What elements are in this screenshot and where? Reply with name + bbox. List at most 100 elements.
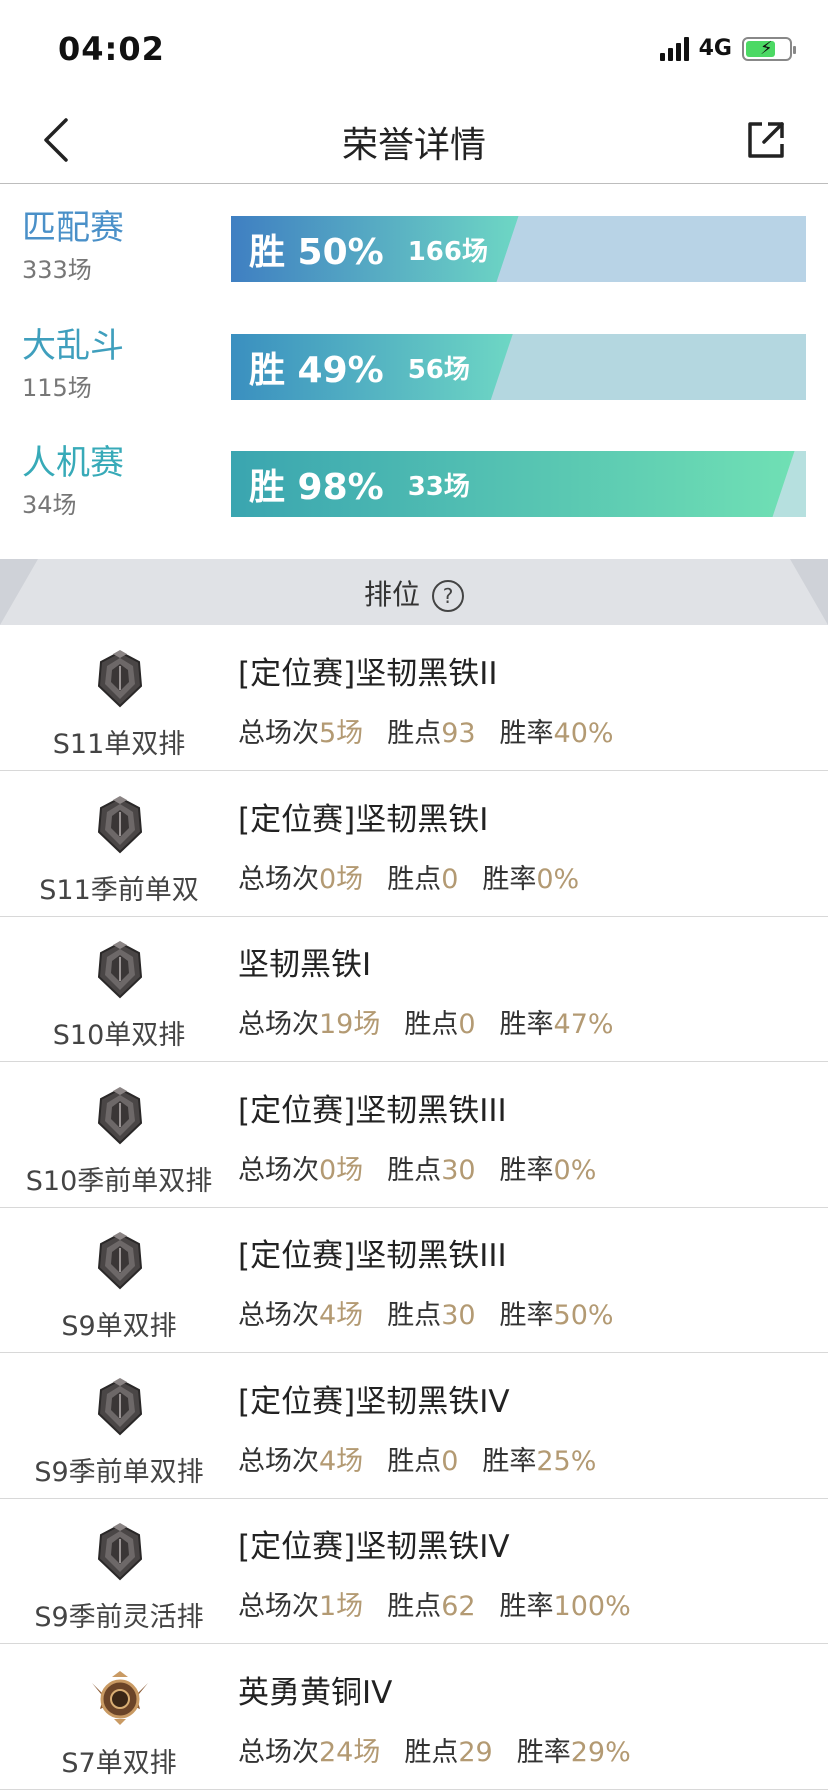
win-percentage: 胜 49% — [249, 350, 384, 391]
iron-emblem-icon — [95, 1086, 145, 1145]
win-rate-text: 胜 98% 33场 — [249, 451, 470, 517]
win-percentage: 胜 98% — [249, 467, 384, 508]
ranked-row[interactable]: S9季前灵活排 [定位赛]坚韧黑铁IV 总场次1场 胜点62 胜率100% — [0, 1499, 828, 1644]
total-games-value: 24场 — [319, 1736, 381, 1768]
mode-name: 大乱斗 — [22, 326, 124, 366]
win-rate-label: 胜率 — [482, 1445, 537, 1477]
ranked-tier: [定位赛]坚韧黑铁I — [238, 801, 489, 838]
total-games-label: 总场次 — [238, 1445, 319, 1477]
win-rate-text: 胜 50% 166场 — [249, 216, 488, 282]
win-rate-value: 47% — [553, 1009, 614, 1040]
win-rate-label: 胜率 — [499, 1300, 554, 1331]
total-games-value: 19场 — [319, 1009, 381, 1040]
iron-emblem-icon — [95, 795, 145, 854]
ranked-season: S9季前单双排 — [34, 1456, 204, 1488]
win-rate-value: 100% — [553, 1591, 631, 1622]
ranked-tier: 坚韧黑铁I — [238, 947, 372, 983]
league-points-value: 0 — [441, 1445, 459, 1477]
battery-icon: ⚡ — [742, 36, 796, 61]
total-games-label: 总场次 — [238, 1300, 319, 1331]
mode-row[interactable]: 大乱斗 115场 胜 49% 56场 — [0, 318, 828, 414]
mode-name: 匹配赛 — [22, 208, 124, 248]
total-games-label: 总场次 — [238, 1736, 319, 1768]
page-title: 荣誉详情 — [341, 125, 486, 166]
win-rate-value: 25% — [536, 1445, 597, 1477]
league-points-value: 30 — [441, 1154, 476, 1186]
ranked-tier: [定位赛]坚韧黑铁III — [238, 1092, 507, 1129]
total-games-label: 总场次 — [238, 1591, 319, 1622]
win-rate-value: 0% — [553, 1154, 597, 1186]
total-games-value: 1场 — [319, 1591, 364, 1622]
nav-bar: 荣誉详情 — [0, 96, 828, 184]
network-type: 4G — [698, 36, 732, 61]
win-rate-label: 胜率 — [499, 718, 554, 749]
total-games-value: 4场 — [319, 1445, 364, 1477]
league-points-label: 胜点 — [387, 1154, 442, 1186]
ranked-season: S11季前单双 — [39, 874, 199, 906]
signal-icon — [659, 36, 689, 61]
ranked-stats: 总场次1场 胜点62 胜率100% — [238, 1584, 631, 1623]
total-games-label: 总场次 — [238, 863, 319, 895]
status-indicators: 4G ⚡ — [659, 36, 796, 61]
total-games-value: 5场 — [319, 718, 364, 749]
win-rate-value: 40% — [553, 718, 614, 749]
ranked-season: S11单双排 — [52, 729, 186, 760]
ranked-season: S9季前灵活排 — [34, 1602, 204, 1633]
league-points-label: 胜点 — [387, 1591, 442, 1622]
ranked-tier: [定位赛]坚韧黑铁II — [238, 656, 498, 692]
iron-emblem-icon — [95, 1523, 145, 1581]
league-points-label: 胜点 — [387, 1300, 442, 1331]
ranked-row[interactable]: S9单双排 [定位赛]坚韧黑铁III 总场次4场 胜点30 胜率50% — [0, 1208, 828, 1353]
win-games: 166场 — [407, 236, 488, 267]
ranked-stats: 总场次0场 胜点30 胜率0% — [238, 1148, 596, 1187]
win-rate-label: 胜率 — [499, 1009, 554, 1040]
win-rate-label: 胜率 — [516, 1736, 571, 1768]
ranked-tier: [定位赛]坚韧黑铁III — [238, 1238, 507, 1274]
ranked-row[interactable]: S7单双排 英勇黄铜IV 总场次24场 胜点29 胜率29% — [0, 1645, 828, 1790]
total-games-value: 0场 — [319, 863, 364, 895]
ranked-stats: 总场次0场 胜点0 胜率0% — [238, 857, 579, 896]
status-bar: 04:02 4G ⚡ — [0, 0, 828, 96]
mode-row[interactable]: 匹配赛 333场 胜 50% 166场 — [0, 200, 828, 296]
ranked-stats: 总场次19场 胜点0 胜率47% — [238, 1002, 614, 1041]
win-games: 33场 — [407, 471, 470, 502]
ranked-stats: 总场次4场 胜点30 胜率50% — [238, 1293, 614, 1332]
ranked-tier: [定位赛]坚韧黑铁IV — [238, 1383, 510, 1420]
ranked-row[interactable]: S10单双排 坚韧黑铁I 总场次19场 胜点0 胜率47% — [0, 917, 828, 1062]
win-percentage: 胜 50% — [249, 232, 384, 273]
ranked-season: S9单双排 — [61, 1311, 177, 1342]
league-points-label: 胜点 — [387, 863, 442, 895]
win-rate-value: 29% — [570, 1736, 631, 1768]
ranked-tier: 英勇黄铜IV — [238, 1674, 393, 1711]
win-rate-value: 0% — [536, 863, 580, 895]
ranked-row[interactable]: S11季前单双 [定位赛]坚韧黑铁I 总场次0场 胜点0 胜率0% — [0, 772, 828, 917]
iron-emblem-icon — [95, 941, 145, 999]
league-points-value: 93 — [441, 718, 476, 749]
ranked-title: 排位 — [363, 578, 420, 611]
win-rate-label: 胜率 — [499, 1591, 554, 1622]
share-button[interactable] — [744, 118, 788, 162]
league-points-value: 0 — [458, 1009, 476, 1040]
ranked-section-header: 排位? — [0, 559, 828, 625]
ranked-row[interactable]: S10季前单双排 [定位赛]坚韧黑铁III 总场次0场 胜点30 胜率0% — [0, 1063, 828, 1208]
ranked-row[interactable]: S9季前单双排 [定位赛]坚韧黑铁IV 总场次4场 胜点0 胜率25% — [0, 1354, 828, 1499]
win-rate-text: 胜 49% 56场 — [249, 334, 470, 400]
win-rate-bar: 胜 49% 56场 — [231, 334, 806, 400]
status-time: 04:02 — [58, 30, 165, 68]
win-rate-label: 胜率 — [482, 863, 537, 895]
win-rate-value: 50% — [553, 1300, 614, 1331]
iron-emblem-icon — [95, 1232, 145, 1290]
iron-emblem-icon — [95, 1377, 145, 1436]
mode-row[interactable]: 人机赛 34场 胜 98% 33场 — [0, 435, 828, 531]
win-rate-bar: 胜 50% 166场 — [231, 216, 806, 282]
mode-game-count: 34场 — [22, 491, 77, 519]
win-rate-bar: 胜 98% 33场 — [231, 451, 806, 517]
league-points-label: 胜点 — [404, 1736, 459, 1768]
help-icon[interactable]: ? — [432, 580, 464, 612]
league-points-value: 30 — [441, 1300, 476, 1331]
ranked-tier: [定位赛]坚韧黑铁IV — [238, 1529, 510, 1565]
ranked-row[interactable]: S11单双排 [定位赛]坚韧黑铁II 总场次5场 胜点93 胜率40% — [0, 626, 828, 771]
mode-game-count: 333场 — [22, 256, 92, 284]
ranked-season: S7单双排 — [61, 1747, 177, 1779]
league-points-label: 胜点 — [387, 718, 442, 749]
